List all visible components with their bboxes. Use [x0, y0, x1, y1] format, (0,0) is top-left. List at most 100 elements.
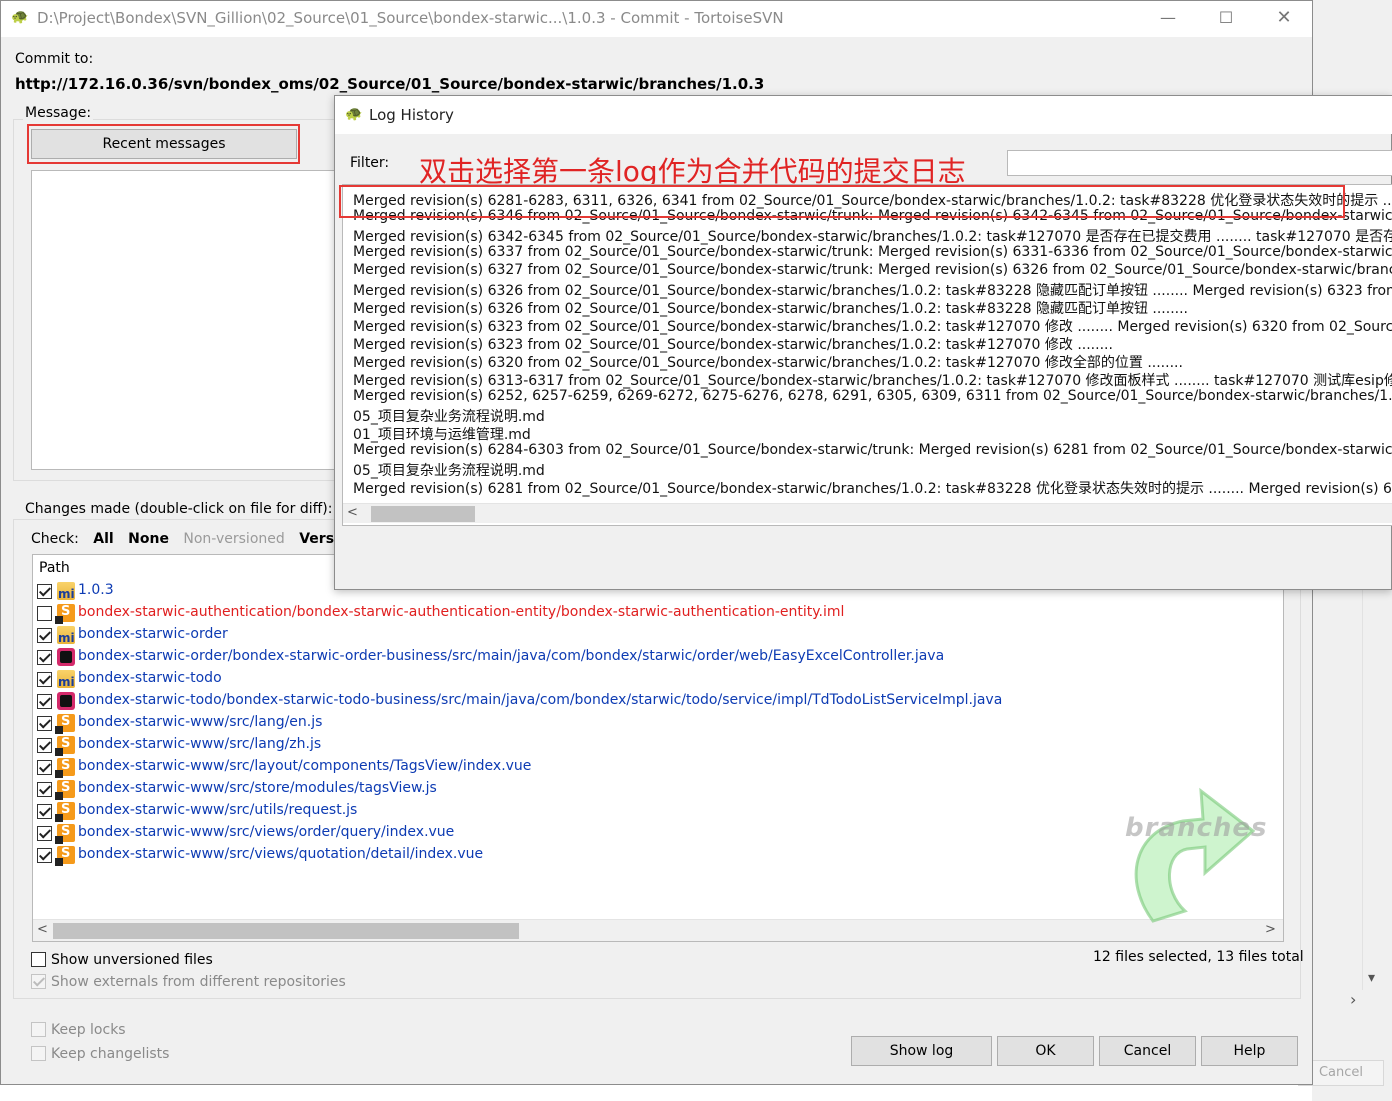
- file-checkbox[interactable]: [37, 782, 52, 797]
- folder-icon: [57, 626, 75, 645]
- file-row[interactable]: bondex-starwic-www/src/views/quotation/d…: [33, 844, 1283, 866]
- check-none-link[interactable]: None: [128, 531, 169, 547]
- log-list-scroll-thumb[interactable]: [371, 506, 475, 522]
- log-entry[interactable]: Merged revision(s) 6326 from 02_Source/0…: [353, 298, 1188, 318]
- sublime-file-icon: [55, 824, 75, 844]
- show-externals-label: Show externals from different repositori…: [51, 974, 346, 990]
- file-checkbox[interactable]: [37, 584, 52, 599]
- file-row[interactable]: bondex-starwic-www/src/views/order/query…: [33, 822, 1283, 844]
- folder-icon: [57, 582, 75, 601]
- log-entry[interactable]: Merged revision(s) 6323 from 02_Source/0…: [353, 334, 1113, 354]
- file-checkbox[interactable]: [37, 650, 52, 665]
- keep-locks-checkbox[interactable]: Keep locks: [31, 1022, 126, 1038]
- keep-changelists-checkbox[interactable]: Keep changelists: [31, 1046, 169, 1062]
- minimize-button[interactable]: —: [1139, 1, 1197, 35]
- log-history-dialog: 🐢 Log History Filter: 双击选择第一条log作为合并代码的提…: [334, 95, 1392, 590]
- sublime-file-icon: [55, 714, 75, 734]
- chevron-down-icon[interactable]: ▾: [1368, 970, 1375, 986]
- file-row[interactable]: bondex-starwic-www/src/utils/request.js: [33, 800, 1283, 822]
- show-unversioned-checkbox[interactable]: Show unversioned files: [31, 952, 213, 968]
- help-button[interactable]: Help: [1201, 1036, 1298, 1066]
- file-checkbox[interactable]: [37, 826, 52, 841]
- file-checkbox[interactable]: [37, 738, 52, 753]
- log-list-hscrollbar[interactable]: <: [343, 503, 1392, 523]
- log-message-list[interactable]: Merged revision(s) 6281-6283, 6311, 6326…: [342, 184, 1392, 526]
- log-entry[interactable]: 05_项目复杂业务流程说明.md: [353, 460, 545, 480]
- keep-changelists-label: Keep changelists: [51, 1046, 170, 1062]
- background-scrollbar[interactable]: ▾: [1362, 590, 1384, 990]
- file-checkbox[interactable]: [37, 694, 52, 709]
- log-entry[interactable]: Merged revision(s) 6252, 6257-6259, 6269…: [353, 388, 1392, 404]
- file-path: bondex-starwic-todo: [78, 670, 222, 686]
- path-column-header[interactable]: Path: [39, 560, 70, 576]
- chevron-left-icon[interactable]: <: [37, 922, 48, 937]
- chevron-left-icon[interactable]: <: [347, 505, 358, 520]
- chevron-right-icon[interactable]: ›: [1350, 990, 1356, 1009]
- show-log-button[interactable]: Show log: [851, 1036, 992, 1066]
- log-entry[interactable]: 05_项目复杂业务流程说明.md: [353, 406, 545, 426]
- file-row[interactable]: bondex-starwic-todo: [33, 668, 1283, 690]
- file-path: bondex-starwic-www/src/views/quotation/d…: [78, 846, 484, 862]
- show-unversioned-label: Show unversioned files: [51, 952, 213, 968]
- file-path: bondex-starwic-authentication/bondex-sta…: [78, 604, 845, 620]
- watermark-text: branches: [1125, 813, 1268, 843]
- keep-locks-label: Keep locks: [51, 1022, 126, 1038]
- file-path: bondex-starwic-order/bondex-starwic-orde…: [78, 648, 945, 664]
- commit-to-label: Commit to:: [15, 51, 94, 67]
- file-row[interactable]: bondex-starwic-order: [33, 624, 1283, 646]
- files-selected-status: 12 files selected, 13 files total: [1093, 949, 1304, 965]
- file-row[interactable]: bondex-starwic-www/src/lang/en.js: [33, 712, 1283, 734]
- file-checkbox[interactable]: [37, 760, 52, 775]
- file-checkbox[interactable]: [37, 804, 52, 819]
- file-row[interactable]: bondex-starwic-order/bondex-starwic-orde…: [33, 646, 1283, 668]
- file-row[interactable]: bondex-starwic-authentication/bondex-sta…: [33, 602, 1283, 624]
- check-non-versioned-link[interactable]: Non-versioned: [183, 531, 284, 547]
- log-entry[interactable]: Merged revision(s) 6337 from 02_Source/0…: [353, 244, 1392, 260]
- message-label: Message:: [23, 105, 94, 121]
- check-all-link[interactable]: All: [93, 531, 113, 547]
- tortoisesvn-icon: 🐢: [345, 106, 363, 122]
- commit-titlebar[interactable]: 🐢 D:\Project\Bondex\SVN_Gillion\02_Sourc…: [1, 1, 1312, 37]
- message-textarea[interactable]: [31, 170, 337, 470]
- filter-input[interactable]: [1007, 150, 1392, 176]
- log-entry[interactable]: Merged revision(s) 6326 from 02_Source/0…: [353, 280, 1392, 300]
- log-history-titlebar[interactable]: 🐢 Log History: [335, 96, 1392, 134]
- file-list-scroll-thumb[interactable]: [53, 923, 519, 939]
- log-history-title: Log History: [369, 106, 454, 124]
- file-checkbox[interactable]: [37, 672, 52, 687]
- sublime-file-icon: [55, 846, 75, 866]
- show-externals-checkbox[interactable]: Show externals from different repositori…: [31, 974, 346, 990]
- log-entry[interactable]: Merged revision(s) 6313-6317 from 02_Sou…: [353, 370, 1392, 390]
- changes-label: Changes made (double-click on file for d…: [23, 501, 335, 517]
- sublime-file-icon: [55, 780, 75, 800]
- file-list[interactable]: Path 1.0.3 bondex-starwic-authentication/…: [32, 554, 1284, 942]
- file-row[interactable]: bondex-starwic-www/src/layout/components…: [33, 756, 1283, 778]
- file-checkbox[interactable]: [37, 628, 52, 643]
- log-entry[interactable]: Merged revision(s) 6323 from 02_Source/0…: [353, 316, 1392, 336]
- check-row: Check: All None Non-versioned Versio: [31, 531, 358, 547]
- file-path: bondex-starwic-www/src/store/modules/tag…: [78, 780, 437, 796]
- file-row[interactable]: bondex-starwic-www/src/store/modules/tag…: [33, 778, 1283, 800]
- file-row[interactable]: bondex-starwic-www/src/lang/zh.js: [33, 734, 1283, 756]
- intellij-file-icon: [57, 648, 75, 666]
- log-entry[interactable]: Merged revision(s) 6281 from 02_Source/0…: [353, 478, 1392, 498]
- log-entry[interactable]: Merged revision(s) 6320 from 02_Source/0…: [353, 352, 1183, 372]
- first-log-highlight: [339, 185, 1345, 218]
- ok-button[interactable]: OK: [997, 1036, 1094, 1066]
- close-button[interactable]: ✕: [1255, 1, 1313, 35]
- log-entry[interactable]: Merged revision(s) 6284-6303 from 02_Sou…: [353, 442, 1392, 458]
- file-path: 1.0.3: [78, 582, 114, 598]
- file-checkbox[interactable]: [37, 848, 52, 863]
- cancel-button[interactable]: Cancel: [1099, 1036, 1196, 1066]
- window-title: D:\Project\Bondex\SVN_Gillion\02_Source\…: [37, 9, 784, 27]
- maximize-button[interactable]: ☐: [1197, 1, 1255, 35]
- file-path: bondex-starwic-todo/bondex-starwic-todo-…: [78, 692, 1003, 708]
- log-entry[interactable]: 01_项目环境与运维管理.md: [353, 424, 531, 444]
- file-checkbox[interactable]: [37, 606, 52, 621]
- log-entry[interactable]: Merged revision(s) 6342-6345 from 02_Sou…: [353, 226, 1392, 246]
- file-list-hscrollbar[interactable]: < >: [33, 919, 1283, 941]
- file-row[interactable]: bondex-starwic-todo/bondex-starwic-todo-…: [33, 690, 1283, 712]
- filter-label: Filter:: [350, 155, 390, 171]
- log-entry[interactable]: Merged revision(s) 6327 from 02_Source/0…: [353, 262, 1392, 278]
- file-checkbox[interactable]: [37, 716, 52, 731]
